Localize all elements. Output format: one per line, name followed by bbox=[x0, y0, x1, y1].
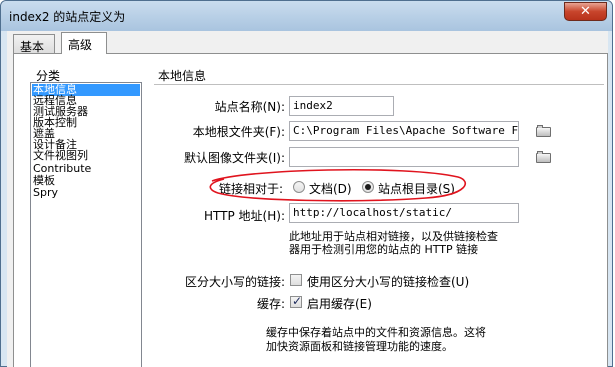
http-address-input[interactable]: http://localhost/static/ bbox=[289, 203, 519, 223]
enable-cache-checkbox[interactable]: ✓ bbox=[290, 294, 303, 308]
case-sensitive-checkbox-label: 使用区分大小写的链接检查(U) bbox=[307, 275, 470, 289]
http-note-line-2: 器用于检测引用您的站点的 HTTP 链接 bbox=[289, 243, 479, 256]
category-item-spry[interactable]: Spry bbox=[32, 187, 58, 199]
tab-advanced[interactable]: 高级 bbox=[61, 32, 107, 54]
folder-icon[interactable] bbox=[536, 151, 551, 163]
folder-icon[interactable] bbox=[536, 125, 551, 137]
default-images-input[interactable] bbox=[289, 147, 519, 167]
cache-label: 缓存: bbox=[256, 297, 285, 311]
site-name-input[interactable]: index2 bbox=[289, 96, 394, 116]
check-icon: ✓ bbox=[292, 294, 303, 308]
case-sensitive-label: 区分大小写的链接: bbox=[184, 275, 285, 289]
http-address-label: HTTP 地址(H): bbox=[204, 209, 285, 223]
cache-note-line-2: 加快资源面板和链接管理功能的速度。 bbox=[266, 340, 453, 353]
category-list[interactable]: 本地信息 远程信息 测试服务器 版本控制 遮盖 设计备注 文件视图列 Contr… bbox=[30, 82, 142, 367]
local-root-label: 本地根文件夹(F): bbox=[192, 125, 285, 139]
category-item-file-view-columns[interactable]: 文件视图列 bbox=[32, 150, 88, 162]
window-title: index2 的站点定义为 bbox=[9, 10, 126, 24]
enable-cache-checkbox-label: 启用缓存(E) bbox=[307, 297, 372, 311]
red-annotation-ellipse bbox=[209, 168, 467, 202]
default-images-label: 默认图像文件夹(I): bbox=[184, 151, 285, 165]
cache-note-line-1: 缓存中保存着站点中的文件和资源信息。这将 bbox=[266, 326, 486, 339]
advanced-panel: 分类 本地信息 远程信息 测试服务器 版本控制 遮盖 设计备注 文件视图列 Co… bbox=[13, 53, 608, 367]
section-divider bbox=[154, 84, 604, 85]
site-name-label: 站点名称(N): bbox=[214, 100, 285, 114]
section-title: 本地信息 bbox=[158, 69, 207, 83]
http-note-line-1: 此地址用于站点相对链接，以及供链接检查 bbox=[289, 230, 498, 243]
case-sensitive-checkbox[interactable] bbox=[290, 274, 302, 286]
title-bar[interactable]: index2 的站点定义为 ✕ bbox=[1, 1, 612, 31]
local-root-input[interactable]: C:\Program Files\Apache Software Found bbox=[289, 121, 519, 141]
site-definition-dialog: index2 的站点定义为 ✕ 基本 高级 分类 本地信息 远程信息 测试服务器… bbox=[0, 0, 613, 367]
close-button[interactable]: ✕ bbox=[564, 2, 607, 21]
tab-basic[interactable]: 基本 bbox=[13, 34, 55, 54]
dialog-client-area: 基本 高级 分类 本地信息 远程信息 测试服务器 版本控制 遮盖 设计备注 文件… bbox=[7, 31, 608, 367]
